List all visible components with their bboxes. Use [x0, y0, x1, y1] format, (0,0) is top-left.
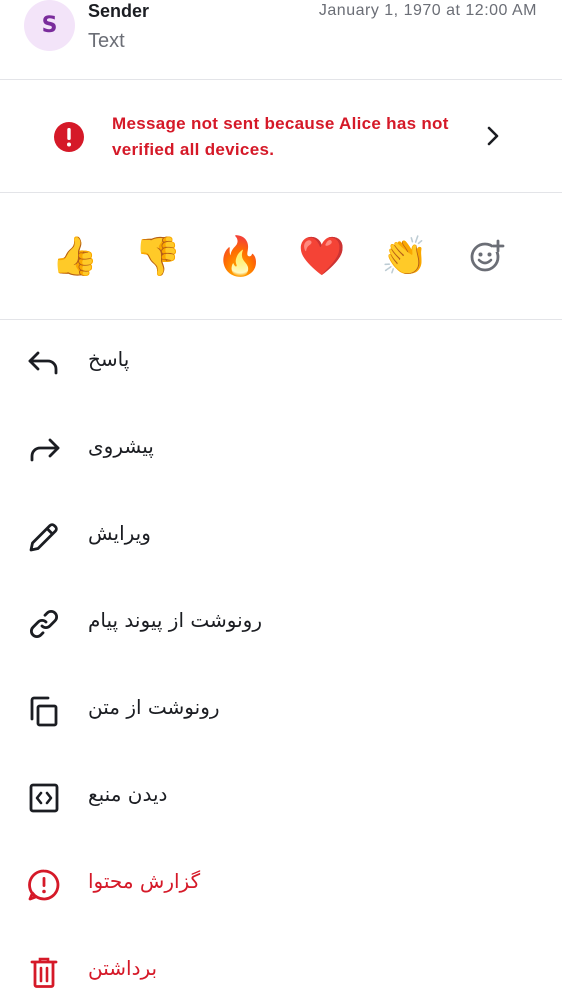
menu-label-copy-link: رونوشت از پیوند پیام — [88, 608, 262, 632]
menu-item-view-source[interactable]: دیدن منبع — [0, 756, 562, 843]
pencil-icon — [29, 523, 58, 552]
reaction-clap[interactable]: 👏 — [381, 232, 429, 280]
menu-item-edit[interactable]: ویرایش — [0, 495, 562, 582]
reaction-thumbs-up[interactable]: 👍 — [51, 232, 99, 280]
timestamp: January 1, 1970 at 12:00 AM — [318, 2, 537, 19]
menu-item-forward[interactable]: پیشروی — [0, 408, 562, 495]
reaction-thumbs-down[interactable]: 👎 — [134, 232, 182, 280]
error-circle-icon — [54, 122, 84, 152]
code-icon — [29, 783, 59, 813]
menu-item-report[interactable]: گزارش محتوا — [0, 843, 562, 930]
menu-label-report: گزارش محتوا — [88, 869, 201, 893]
message-header: S Sender Text January 1, 1970 at 12:00 A… — [0, 0, 562, 80]
send-failure-message: Message not sent because Alice has not v… — [112, 114, 449, 159]
send-failure-banner[interactable]: Message not sent because Alice has not v… — [0, 81, 562, 193]
menu-label-copy-text: رونوشت از متن — [88, 695, 220, 719]
report-icon — [28, 869, 60, 901]
menu-label-forward: پیشروی — [88, 434, 154, 458]
add-reaction-icon[interactable] — [466, 236, 506, 276]
link-icon — [30, 610, 58, 638]
message-preview: Text — [88, 30, 125, 52]
reaction-bar: 👍 👎 🔥 ❤️ 👏 — [0, 194, 562, 320]
reply-icon — [28, 351, 58, 375]
menu-item-remove[interactable]: برداشتن — [0, 930, 562, 1000]
menu-item-copy-text[interactable]: رونوشت از متن — [0, 669, 562, 756]
reaction-heart[interactable]: ❤️ — [298, 232, 346, 280]
reaction-fire[interactable]: 🔥 — [216, 232, 264, 280]
sender-name: Sender — [88, 1, 150, 21]
menu-item-reply[interactable]: پاسخ — [0, 321, 562, 408]
menu-label-reply: پاسخ — [88, 347, 130, 371]
avatar: S — [24, 0, 75, 51]
chevron-right-icon — [487, 126, 499, 146]
menu-label-remove: برداشتن — [88, 956, 158, 980]
menu-label-edit: ویرایش — [88, 521, 151, 545]
trash-icon — [30, 957, 58, 988]
menu-label-view-source: دیدن منبع — [88, 782, 168, 806]
message-actions-sheet: S Sender Text January 1, 1970 at 12:00 A… — [0, 0, 562, 1000]
forward-icon — [30, 438, 60, 462]
menu-item-copy-link[interactable]: رونوشت از پیوند پیام — [0, 582, 562, 669]
copy-icon — [30, 696, 58, 727]
